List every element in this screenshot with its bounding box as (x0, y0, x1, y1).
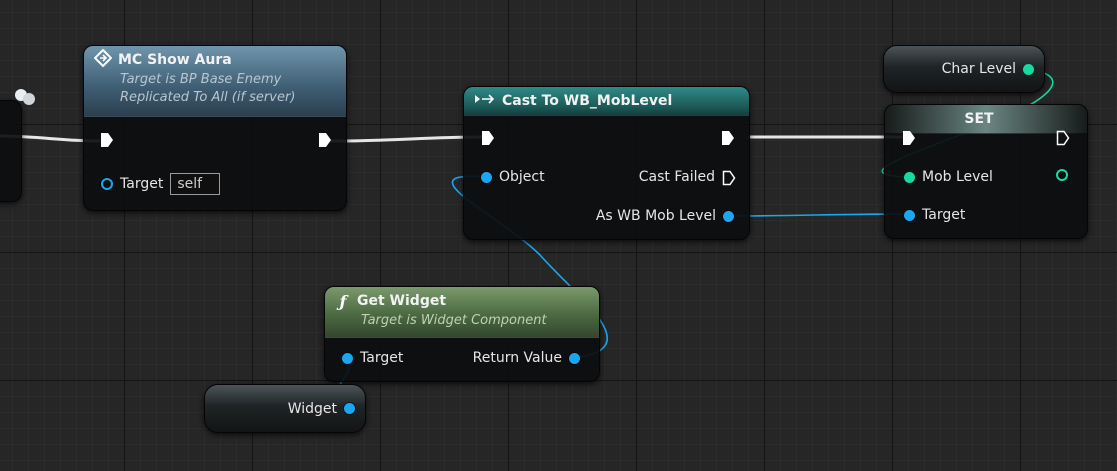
mob-level-pin-row[interactable]: Mob Level (904, 169, 993, 185)
object-pin-icon[interactable] (342, 352, 353, 364)
exec-arrow-icon (100, 132, 114, 147)
comment-bubble-icon (14, 88, 36, 106)
pin-label: Object (499, 169, 545, 185)
exec-arrow-icon (902, 130, 916, 145)
target-self-input[interactable]: self (170, 173, 221, 195)
target-pin-row[interactable]: Target (904, 207, 965, 223)
get-widget-node[interactable]: ƒ Get Widget Target is Widget Component … (324, 286, 600, 382)
pin-label: Mob Level (922, 169, 993, 185)
pin-label: Target (120, 176, 164, 192)
pin-label: Cast Failed (638, 169, 715, 185)
object-pin-icon[interactable] (101, 178, 113, 190)
object-pin-icon[interactable] (569, 352, 580, 364)
pin-label: Target (922, 207, 966, 223)
exec-out-pin[interactable] (721, 130, 735, 145)
variable-label: Widget (287, 400, 337, 417)
node-header[interactable]: Cast To WB_MobLevel (464, 87, 749, 116)
pin-label: Return Value (472, 350, 562, 366)
node-subtitle: Replicated To All (if server) (120, 90, 296, 105)
variable-label: Char Level (941, 61, 1016, 77)
object-pin-icon[interactable] (481, 171, 492, 183)
object-pin-row[interactable]: Object (481, 169, 545, 185)
cast-failed-pin-row[interactable]: Cast Failed (638, 169, 736, 186)
exec-in-pin[interactable] (902, 130, 916, 145)
object-pin-icon[interactable] (723, 210, 734, 222)
exec-in-pin[interactable] (100, 132, 114, 147)
widget-pin-row[interactable]: Widget (288, 401, 355, 417)
function-f-icon: ƒ (339, 291, 347, 311)
exec-in-pin[interactable] (481, 130, 495, 145)
variable-pin-icon[interactable] (1056, 169, 1068, 181)
exec-out-pin[interactable] (1056, 130, 1070, 146)
mc-show-aura-node[interactable]: MC Show Aura Target is BP Base Enemy Rep… (83, 45, 347, 211)
node-header[interactable]: MC Show Aura Target is BP Base Enemy Rep… (84, 46, 346, 117)
pin-label: Target (360, 350, 404, 366)
pin-label: As WB Mob Level (595, 208, 716, 224)
char-level-pin-row[interactable]: Char Level (942, 61, 1034, 77)
exec-arrow-icon (318, 132, 332, 147)
node-header[interactable]: ƒ Get Widget Target is Widget Component (325, 287, 599, 338)
mob-level-out-pin[interactable] (1056, 169, 1068, 181)
object-pin-icon[interactable] (904, 209, 915, 221)
cast-arrows-icon (474, 93, 496, 109)
exec-arrow-icon (721, 130, 735, 145)
widget-getter-node[interactable]: Widget (204, 384, 366, 433)
node-subtitle: Target is BP Base Enemy (120, 72, 282, 87)
node-title: Cast To WB_MobLevel (502, 93, 673, 109)
object-pin-icon[interactable] (344, 403, 355, 414)
exec-outline-icon[interactable] (722, 170, 736, 186)
variable-pin-icon[interactable] (1023, 63, 1034, 75)
as-wb-mob-level-pin-row[interactable]: As WB Mob Level (596, 208, 734, 224)
partial-event-node[interactable] (0, 100, 22, 202)
cast-to-node[interactable]: Cast To WB_MobLevel Object Cast Failed A… (463, 86, 750, 240)
exec-arrow-icon (481, 130, 495, 145)
blueprint-graph[interactable]: MC Show Aura Target is BP Base Enemy Rep… (0, 0, 1117, 471)
node-title: MC Show Aura (118, 52, 232, 68)
target-pin-row[interactable]: Target (342, 350, 403, 366)
event-diamond-icon (93, 48, 113, 71)
node-subtitle: Target is Widget Component (361, 313, 547, 328)
target-pin-row[interactable]: Target self (101, 173, 221, 195)
return-value-pin-row[interactable]: Return Value (473, 350, 580, 366)
variable-pin-icon[interactable] (904, 171, 915, 183)
exec-outline-icon (1056, 130, 1070, 146)
node-title: SET (964, 111, 994, 127)
set-node[interactable]: SET Mob Level Target (884, 104, 1088, 239)
char-level-getter-node[interactable]: Char Level (883, 45, 1045, 93)
node-title: Get Widget (357, 293, 447, 309)
exec-out-pin[interactable] (318, 132, 332, 147)
